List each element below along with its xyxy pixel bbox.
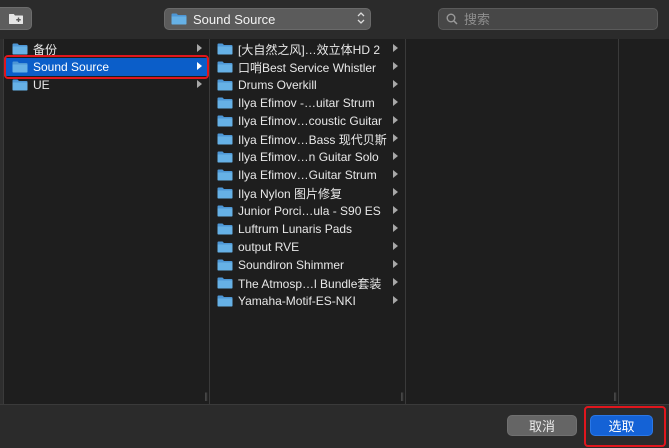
- list-item-selected[interactable]: Sound Source: [4, 58, 209, 76]
- path-popup[interactable]: Sound Source: [164, 8, 371, 30]
- chevron-right-icon: [393, 206, 398, 214]
- chevron-right-icon: [393, 134, 398, 142]
- chevron-right-icon: [393, 224, 398, 232]
- list-item-label: output RVE: [238, 240, 300, 254]
- folder-icon: [217, 115, 233, 127]
- browser-column-4[interactable]: [619, 39, 669, 404]
- list-item[interactable]: Ilya Efimov…n Guitar Solo: [210, 148, 405, 166]
- list-item[interactable]: The Atmosp…l Bundle套装: [210, 274, 405, 292]
- list-item-label: Luftrum Lunaris Pads: [238, 222, 353, 236]
- updown-chevron-icon: [357, 11, 365, 27]
- folder-icon: [217, 241, 233, 253]
- folder-icon: [217, 43, 233, 55]
- new-folder-icon: [8, 14, 23, 24]
- list-item[interactable]: Junior Porci…ula - S90 ES: [210, 202, 405, 220]
- folder-icon: [12, 79, 28, 91]
- chevron-right-icon: [393, 80, 398, 88]
- chevron-right-icon: [393, 44, 398, 52]
- chevron-right-icon: [393, 296, 398, 304]
- folder-icon: [217, 61, 233, 73]
- list-item-label: Ilya Efimov -…uitar Strum: [238, 96, 375, 110]
- list-item[interactable]: [大自然之风]…效立体HD 2: [210, 40, 405, 58]
- list-item-label: Junior Porci…ula - S90 ES: [238, 204, 381, 218]
- chevron-right-icon: [393, 188, 398, 196]
- folder-icon: [217, 223, 233, 235]
- list-item[interactable]: Ilya Efimov…coustic Guitar: [210, 112, 405, 130]
- search-input[interactable]: [464, 11, 644, 27]
- chevron-right-icon: [393, 152, 398, 160]
- list-item[interactable]: Ilya Efimov…Bass 现代贝斯: [210, 130, 405, 148]
- list-item-label: 口哨Best Service Whistler: [238, 60, 377, 75]
- chevron-right-icon: [393, 278, 398, 286]
- column-resize-handle[interactable]: ||: [613, 391, 617, 401]
- search-field[interactable]: [438, 8, 658, 30]
- browser-column-3[interactable]: ||: [406, 39, 619, 404]
- toolbar: Sound Source: [0, 0, 669, 39]
- list-item[interactable]: Ilya Efimov…Guitar Strum: [210, 166, 405, 184]
- folder-icon: [171, 13, 187, 25]
- list-item-label: The Atmosp…l Bundle套装: [238, 276, 382, 291]
- chevron-right-icon: [197, 80, 202, 88]
- folder-icon: [12, 43, 28, 55]
- list-item-label: [大自然之风]…效立体HD 2: [238, 42, 381, 57]
- search-icon: [446, 13, 458, 25]
- browser-column-2[interactable]: || [大自然之风]…效立体HD 2 口哨Best Service Whistle…: [210, 39, 406, 404]
- folder-icon: [217, 295, 233, 307]
- list-item-label: Yamaha-Motif-ES-NKI: [238, 294, 356, 308]
- bottom-bar: 取消 选取: [0, 404, 669, 448]
- list-item[interactable]: 备份: [4, 40, 209, 58]
- chevron-right-icon: [393, 62, 398, 70]
- list-item-label: Ilya Nylon 图片修复: [238, 186, 343, 201]
- list-item-label: 备份: [33, 42, 58, 57]
- chevron-right-icon: [197, 62, 202, 70]
- chevron-right-icon: [393, 116, 398, 124]
- folder-icon: [217, 277, 233, 289]
- list-item-label: Ilya Efimov…n Guitar Solo: [238, 150, 379, 164]
- folder-icon: [217, 205, 233, 217]
- list-item[interactable]: Ilya Efimov -…uitar Strum: [210, 94, 405, 112]
- folder-icon: [217, 259, 233, 271]
- list-item[interactable]: 口哨Best Service Whistler: [210, 58, 405, 76]
- column-browser: 备份 Sound Source UE || || [大自然之风]…效立体HD 2…: [0, 39, 669, 404]
- chevron-right-icon: [197, 44, 202, 52]
- folder-icon: [217, 169, 233, 181]
- list-item-label: Ilya Efimov…Bass 现代贝斯: [238, 132, 387, 147]
- list-item[interactable]: output RVE: [210, 238, 405, 256]
- column-resize-handle[interactable]: ||: [204, 391, 208, 401]
- list-item[interactable]: UE: [4, 76, 209, 94]
- chevron-right-icon: [393, 242, 398, 250]
- list-item-label: Drums Overkill: [238, 78, 317, 92]
- folder-icon: [217, 79, 233, 91]
- chevron-right-icon: [393, 170, 398, 178]
- cancel-button[interactable]: 取消: [507, 415, 577, 436]
- chevron-right-icon: [393, 260, 398, 268]
- folder-icon: [12, 61, 28, 73]
- list-item[interactable]: Yamaha-Motif-ES-NKI: [210, 292, 405, 310]
- list-item-label: Ilya Efimov…coustic Guitar: [238, 114, 383, 128]
- list-item-label: Sound Source: [33, 60, 110, 74]
- list-item[interactable]: Luftrum Lunaris Pads: [210, 220, 405, 238]
- column-resize-handle[interactable]: ||: [400, 391, 404, 401]
- list-item-label: Soundiron Shimmer: [238, 258, 345, 272]
- choose-button[interactable]: 选取: [590, 415, 653, 436]
- browser-column-1[interactable]: 备份 Sound Source UE ||: [4, 39, 210, 404]
- list-item-label: UE: [33, 78, 50, 92]
- path-popup-label: Sound Source: [193, 11, 276, 27]
- list-item-label: Ilya Efimov…Guitar Strum: [238, 168, 377, 182]
- list-item[interactable]: Drums Overkill: [210, 76, 405, 94]
- list-item[interactable]: Ilya Nylon 图片修复: [210, 184, 405, 202]
- folder-icon: [217, 133, 233, 145]
- new-folder-button[interactable]: [0, 7, 32, 30]
- folder-icon: [217, 97, 233, 109]
- folder-icon: [217, 187, 233, 199]
- folder-icon: [217, 151, 233, 163]
- list-item[interactable]: Soundiron Shimmer: [210, 256, 405, 274]
- chevron-right-icon: [393, 98, 398, 106]
